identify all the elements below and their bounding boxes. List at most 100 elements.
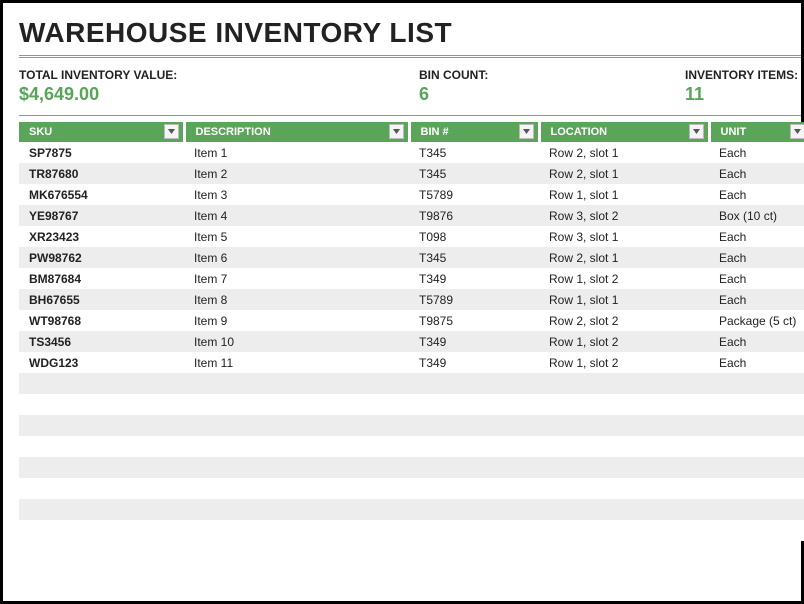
cell-empty: [409, 478, 539, 499]
table-row[interactable]: TR87680Item 2T345Row 2, slot 1Each: [19, 163, 804, 184]
filter-button-unit[interactable]: [790, 124, 804, 139]
cell-empty: [539, 436, 709, 457]
cell-empty: [184, 373, 409, 394]
divider-double: [19, 55, 801, 58]
cell-location: Row 1, slot 1: [539, 289, 709, 310]
cell-location: Row 1, slot 1: [539, 184, 709, 205]
cell-empty: [184, 394, 409, 415]
cell-description: Item 2: [184, 163, 409, 184]
table-row-empty: [19, 394, 804, 415]
table-row-empty: [19, 499, 804, 520]
cell-location: Row 1, slot 2: [539, 331, 709, 352]
cell-empty: [184, 436, 409, 457]
cell-location: Row 1, slot 2: [539, 268, 709, 289]
table-row-empty: [19, 457, 804, 478]
col-header-description-label: DESCRIPTION: [196, 126, 271, 138]
cell-empty: [539, 457, 709, 478]
cell-empty: [19, 415, 184, 436]
cell-description: Item 4: [184, 205, 409, 226]
table-row[interactable]: TS3456Item 10T349Row 1, slot 2Each: [19, 331, 804, 352]
inventory-items-label: INVENTORY ITEMS:: [685, 68, 801, 82]
cell-empty: [19, 499, 184, 520]
cell-bin: T9876: [409, 205, 539, 226]
cell-sku: WDG123: [19, 352, 184, 373]
cell-empty: [409, 373, 539, 394]
cell-empty: [19, 457, 184, 478]
cell-bin: T9875: [409, 310, 539, 331]
cell-unit: Each: [709, 331, 804, 352]
filter-button-description[interactable]: [389, 124, 404, 139]
cell-bin: T349: [409, 331, 539, 352]
divider-single: [19, 115, 801, 116]
cell-unit: Each: [709, 247, 804, 268]
col-header-description[interactable]: DESCRIPTION: [184, 122, 409, 142]
cell-description: Item 3: [184, 184, 409, 205]
table-row-empty: [19, 478, 804, 499]
bin-count-value: 6: [419, 84, 685, 105]
filter-button-sku[interactable]: [164, 124, 179, 139]
cell-unit: Each: [709, 352, 804, 373]
cell-location: Row 1, slot 2: [539, 352, 709, 373]
cell-empty: [409, 394, 539, 415]
page-title: WAREHOUSE INVENTORY LIST: [19, 17, 801, 49]
table-row-empty: [19, 373, 804, 394]
table-row[interactable]: YE98767Item 4T9876Row 3, slot 2Box (10 c…: [19, 205, 804, 226]
cell-sku: WT98768: [19, 310, 184, 331]
table-row[interactable]: XR23423Item 5T098Row 3, slot 1Each: [19, 226, 804, 247]
chevron-down-icon: [393, 129, 400, 134]
table-row[interactable]: WT98768Item 9T9875Row 2, slot 2Package (…: [19, 310, 804, 331]
cell-empty: [709, 394, 804, 415]
cell-unit: Each: [709, 184, 804, 205]
cell-sku: BM87684: [19, 268, 184, 289]
table-row[interactable]: BH67655Item 8T5789Row 1, slot 1Each: [19, 289, 804, 310]
filter-button-bin[interactable]: [519, 124, 534, 139]
table-row[interactable]: WDG123Item 11T349Row 1, slot 2Each: [19, 352, 804, 373]
cell-location: Row 3, slot 1: [539, 226, 709, 247]
cell-empty: [539, 478, 709, 499]
total-value: $4,649.00: [19, 84, 419, 105]
cell-empty: [539, 415, 709, 436]
cell-empty: [184, 478, 409, 499]
cell-bin: T345: [409, 163, 539, 184]
table-row[interactable]: PW98762Item 6T345Row 2, slot 1Each: [19, 247, 804, 268]
cell-location: Row 2, slot 2: [539, 310, 709, 331]
cell-empty: [19, 436, 184, 457]
cell-unit: Each: [709, 226, 804, 247]
cell-description: Item 5: [184, 226, 409, 247]
cell-empty: [184, 415, 409, 436]
cell-empty: [539, 394, 709, 415]
cell-unit: Box (10 ct): [709, 205, 804, 226]
table-row[interactable]: SP7875Item 1T345Row 2, slot 1Each: [19, 142, 804, 163]
cell-empty: [709, 499, 804, 520]
cell-empty: [409, 436, 539, 457]
col-header-bin[interactable]: BIN #: [409, 122, 539, 142]
bin-count-label: BIN COUNT:: [419, 68, 685, 82]
filter-button-location[interactable]: [689, 124, 704, 139]
cell-sku: PW98762: [19, 247, 184, 268]
cell-description: Item 7: [184, 268, 409, 289]
chevron-down-icon: [523, 129, 530, 134]
cell-sku: TS3456: [19, 331, 184, 352]
col-header-unit[interactable]: UNIT: [709, 122, 804, 142]
cell-description: Item 8: [184, 289, 409, 310]
cell-bin: T345: [409, 142, 539, 163]
cell-sku: XR23423: [19, 226, 184, 247]
cell-bin: T5789: [409, 289, 539, 310]
table-row-empty: [19, 520, 804, 541]
cell-description: Item 9: [184, 310, 409, 331]
table-row[interactable]: MK676554Item 3T5789Row 1, slot 1Each: [19, 184, 804, 205]
inventory-items-value: 11: [685, 84, 801, 105]
cell-empty: [539, 520, 709, 541]
cell-sku: MK676554: [19, 184, 184, 205]
cell-bin: T349: [409, 352, 539, 373]
cell-bin: T349: [409, 268, 539, 289]
col-header-location[interactable]: LOCATION: [539, 122, 709, 142]
cell-empty: [709, 520, 804, 541]
cell-empty: [184, 457, 409, 478]
cell-empty: [409, 520, 539, 541]
cell-empty: [539, 373, 709, 394]
cell-unit: Each: [709, 268, 804, 289]
col-header-sku[interactable]: SKU: [19, 122, 184, 142]
table-row[interactable]: BM87684Item 7T349Row 1, slot 2Each: [19, 268, 804, 289]
cell-location: Row 2, slot 1: [539, 142, 709, 163]
